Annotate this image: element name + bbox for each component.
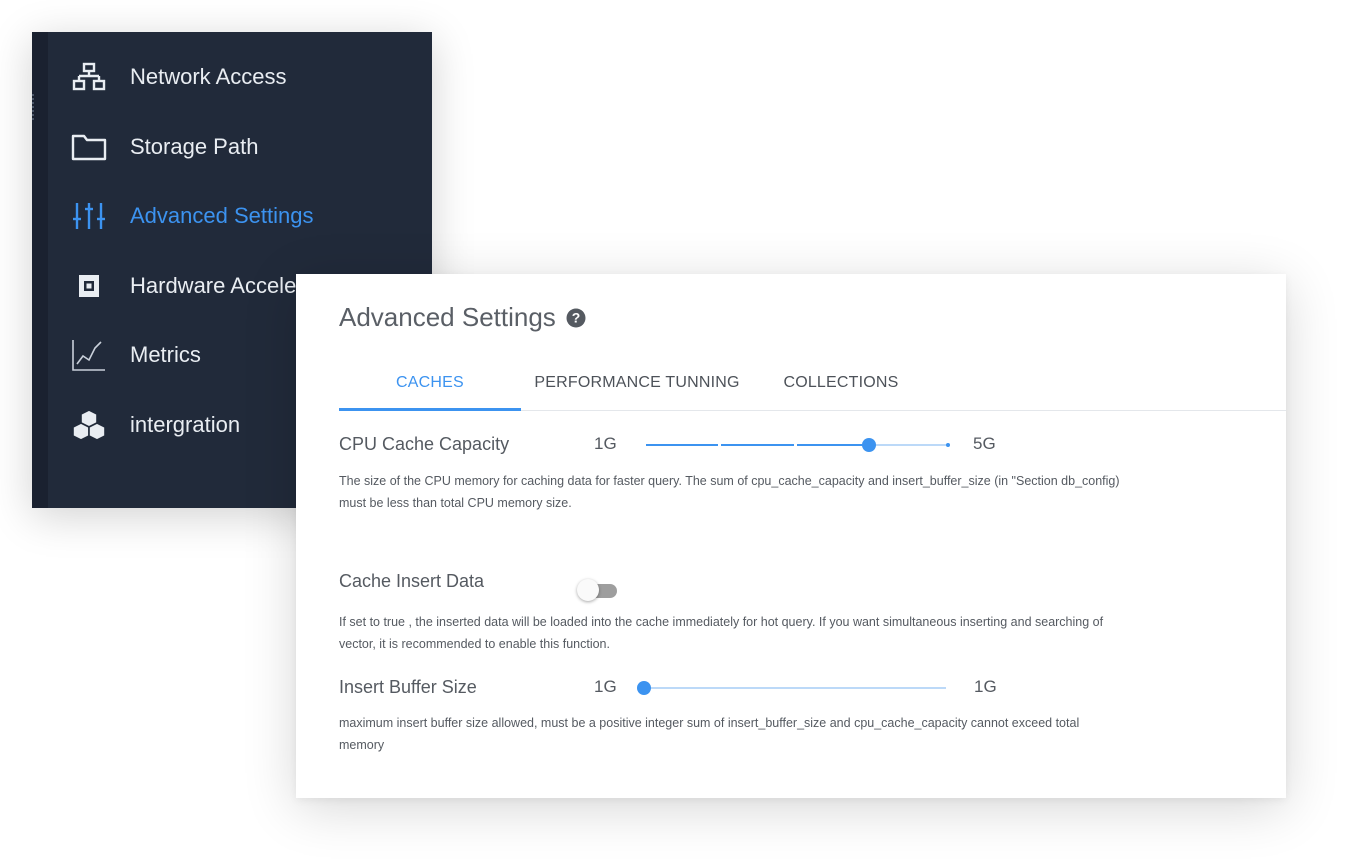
- slider-tick: [718, 443, 721, 447]
- network-icon: [70, 60, 108, 94]
- sidebar-item-label: intergration: [130, 412, 241, 437]
- insert-buffer-slider[interactable]: [637, 681, 946, 695]
- question-circle-icon[interactable]: ?: [566, 308, 586, 328]
- cpu-cache-slider[interactable]: [646, 438, 950, 452]
- toggle-knob[interactable]: [577, 579, 599, 601]
- sliders-icon: [70, 199, 108, 233]
- tab-caches[interactable]: CACHES: [339, 362, 521, 411]
- cache-insert-toggle[interactable]: [577, 579, 621, 601]
- sidebar-item-label: Network Access: [130, 64, 287, 89]
- insert-buffer-description: maximum insert buffer size allowed, must…: [339, 712, 1259, 756]
- sidebar-item-storage-path[interactable]: Storage Path: [70, 127, 430, 167]
- cpu-cache-capacity-label: CPU Cache Capacity: [339, 434, 510, 454]
- description-line: maximum insert buffer size allowed, must…: [339, 716, 1080, 730]
- folder-icon: [70, 130, 108, 164]
- cache-insert-data-label: Cache Insert Data: [339, 571, 485, 591]
- slider-end-mark: [946, 443, 950, 447]
- sidebar-item-label: Metrics: [130, 342, 201, 367]
- sidebar-item-label: Hardware Accele: [130, 273, 297, 298]
- sidebar-item-network-access[interactable]: Network Access: [70, 57, 430, 97]
- sidebar-item-label: Storage Path: [130, 134, 259, 159]
- chart-line-icon: [70, 338, 108, 372]
- tab-bar: CACHES PERFORMANCE TUNNING COLLECTIONS: [339, 362, 1286, 411]
- insert-buffer-size-label: Insert Buffer Size: [339, 677, 477, 697]
- insert-buffer-max-label: 1G: [974, 677, 997, 696]
- slider-thumb[interactable]: [637, 681, 651, 695]
- tab-performance-tuning[interactable]: PERFORMANCE TUNNING: [521, 362, 753, 408]
- slider-tick: [794, 443, 797, 447]
- page-title-text: Advanced Settings: [339, 302, 556, 332]
- sidebar-item-advanced-settings[interactable]: Advanced Settings: [70, 196, 430, 236]
- description-line: The size of the CPU memory for caching d…: [339, 474, 1120, 488]
- tab-collections[interactable]: COLLECTIONS: [763, 362, 919, 408]
- slider-fill: [646, 444, 869, 446]
- page-title: Advanced Settings ?: [339, 302, 586, 333]
- description-line: must be less than total CPU memory size.: [339, 496, 572, 510]
- description-line: memory: [339, 738, 385, 752]
- insert-buffer-min-label: 1G: [594, 677, 617, 696]
- slider-thumb[interactable]: [862, 438, 876, 452]
- advanced-settings-panel: Advanced Settings ? CACHES PERFORMANCE T…: [296, 274, 1286, 798]
- cpu-cache-min-label: 1G: [594, 434, 617, 453]
- slider-track: [644, 687, 946, 689]
- cache-insert-description: If set to true , the inserted data will …: [339, 611, 1259, 655]
- cpu-cache-max-label: 5G: [973, 434, 996, 453]
- svg-text:?: ?: [572, 309, 581, 325]
- drag-handle[interactable]: [32, 94, 38, 120]
- cubes-icon: [70, 408, 108, 442]
- cpu-cache-description: The size of the CPU memory for caching d…: [339, 470, 1259, 514]
- sidebar-item-label: Advanced Settings: [130, 203, 314, 228]
- description-line: vector, it is recommended to enable this…: [339, 637, 610, 651]
- description-line: If set to true , the inserted data will …: [339, 615, 1104, 629]
- chip-icon: [70, 269, 108, 303]
